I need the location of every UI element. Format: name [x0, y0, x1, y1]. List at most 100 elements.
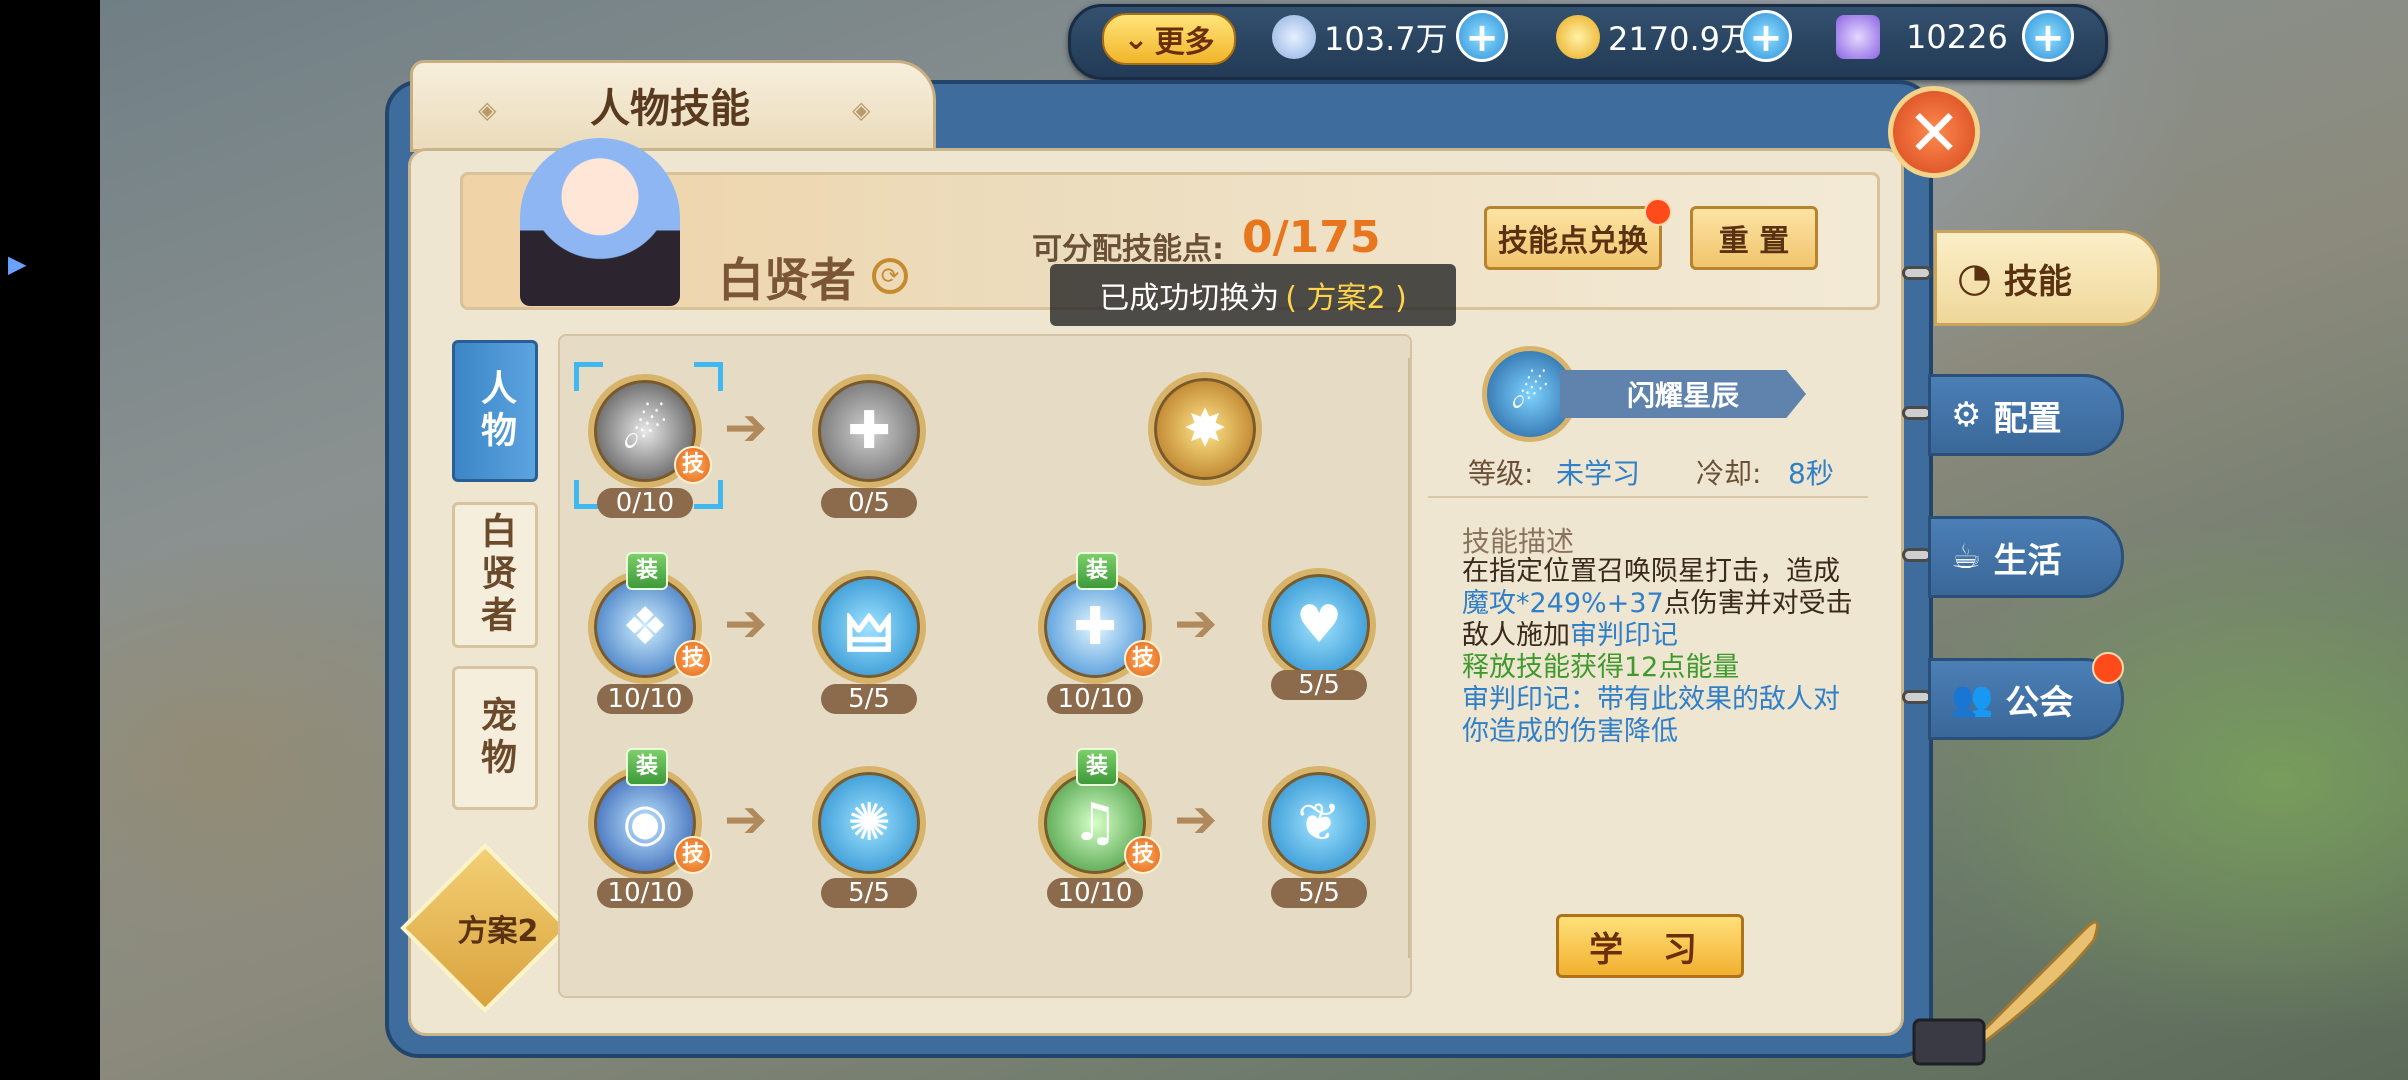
active-skill-tag: 技 — [674, 446, 712, 484]
desc-line: 敌人施加审判印记 — [1462, 620, 1862, 652]
active-skill-tag: 技 — [1124, 640, 1162, 678]
tab-pet[interactable]: 宠物 — [452, 666, 538, 810]
skill-points-value: 0/175 — [1242, 212, 1381, 263]
selection-corner — [694, 362, 723, 391]
skill-level-count: 5/5 — [1271, 878, 1367, 908]
side-arrow-icon: ▶ — [8, 250, 27, 278]
toast-message: 已成功切换为 ( 方案2 ) — [1050, 264, 1456, 326]
skill-upgrade-heal[interactable]: ✚ — [812, 374, 926, 488]
skill-golden-burst[interactable]: ✸ — [1148, 372, 1262, 486]
skill-level-count: 10/10 — [1047, 878, 1143, 908]
character-name: 白贤者 — [718, 253, 856, 307]
equipped-tag: 装 — [1076, 552, 1118, 590]
tab-config[interactable]: ⚙ 配置 — [1928, 374, 2124, 456]
gold-leaf-icon — [1556, 15, 1600, 59]
switch-class-icon[interactable]: ⟳ — [872, 258, 908, 294]
add-silver-button[interactable]: + — [1456, 10, 1508, 62]
burst-icon: ✺ — [847, 793, 891, 853]
arrow-right-icon: ➔ — [724, 790, 768, 850]
gear-icon: ⚙ — [1951, 395, 1982, 435]
skill-burst[interactable]: ✺ — [812, 766, 926, 880]
tab-class[interactable]: 白贤者 — [452, 502, 538, 648]
divider — [1408, 358, 1410, 958]
description-title: 技能描述 — [1462, 525, 1575, 558]
currency-value: 103.7万 — [1324, 20, 1448, 58]
upgrade-heal-icon: ✚ — [847, 401, 891, 461]
selection-corner — [694, 480, 723, 509]
detail-divider — [1428, 496, 1868, 498]
wings-icon: 🜲 — [845, 603, 893, 664]
arrow-right-icon: ➔ — [1174, 594, 1218, 654]
toast-text: 已成功切换为 — [1099, 281, 1280, 316]
page-title: 人物技能 — [590, 86, 750, 132]
currency-gold-leaf: 2170.9万 — [1556, 10, 1752, 64]
exchange-points-button[interactable]: 技能点兑换 — [1484, 206, 1662, 270]
character-avatar — [520, 138, 680, 306]
desc-text: 敌人施加 — [1462, 620, 1570, 651]
desc-formula: 魔攻*249%+37 — [1462, 588, 1664, 619]
crystal-gem-icon — [1836, 15, 1880, 59]
skill-heart-hands[interactable]: ♥ — [1262, 568, 1376, 682]
close-icon: ✕ — [1907, 97, 1961, 171]
more-label: 更多 — [1154, 25, 1215, 60]
cooldown-value: 8秒 — [1788, 457, 1834, 490]
currency-value: 10226 — [1906, 18, 2008, 56]
plan-label: 方案2 — [457, 914, 539, 949]
tab-skill[interactable]: ◔ 技能 — [1934, 230, 2160, 326]
skill-level-count: 0/10 — [597, 488, 693, 518]
arrow-right-icon: ➔ — [1174, 790, 1218, 850]
add-gem-button[interactable]: + — [2022, 10, 2074, 62]
teacup-icon: ☕ — [1951, 537, 1982, 577]
desc-keyword: 审判印记 — [1570, 620, 1678, 651]
feather-leaf-icon — [1272, 15, 1316, 59]
skill-description: 在指定位置召唤陨星打击，造成 魔攻*249%+37点伤害并对受击 敌人施加审判印… — [1462, 556, 1862, 748]
currency-silver-leaf: 103.7万 — [1272, 10, 1448, 64]
toast-highlight: ( 方案2 ) — [1285, 281, 1407, 316]
learn-button[interactable]: 学 习 — [1556, 914, 1744, 978]
tab-config-label: 配置 — [1993, 398, 2062, 439]
people-icon: 👥 — [1951, 679, 1994, 719]
equipped-tag: 装 — [626, 552, 668, 590]
skill-swirl-icon: ◔ — [1957, 255, 1992, 301]
title-ornament-left-icon: ◈ — [478, 96, 497, 124]
currency-gem: 10226 — [1836, 10, 2008, 64]
skill-level-count: 0/5 — [821, 488, 917, 518]
currency-value: 2170.9万 — [1608, 20, 1752, 58]
reset-button[interactable]: 重 置 — [1690, 206, 1818, 270]
tab-guild-label: 公会 — [2005, 682, 2074, 723]
selected-skill-name: 闪耀星辰 — [1560, 370, 1806, 418]
binder-ring — [1902, 266, 1932, 280]
title-ornament-right-icon: ◈ — [852, 96, 871, 124]
skill-level-count: 10/10 — [597, 878, 693, 908]
add-gold-button[interactable]: + — [1740, 10, 1792, 62]
skill-points-label: 可分配技能点: — [1032, 232, 1224, 267]
active-skill-tag: 技 — [1124, 836, 1162, 874]
skill-wings[interactable]: 🜲 — [812, 570, 926, 684]
level-value: 未学习 — [1556, 457, 1641, 490]
arrow-right-icon: ➔ — [724, 594, 768, 654]
cooldown-label: 冷却: — [1696, 457, 1762, 490]
left-black-strip — [0, 0, 100, 1080]
skill-level-count: 5/5 — [821, 684, 917, 714]
skill-level-count: 5/5 — [821, 878, 917, 908]
arrow-right-icon: ➔ — [724, 398, 768, 458]
skill-level-count: 10/10 — [597, 684, 693, 714]
tab-life-label: 生活 — [1993, 540, 2062, 581]
more-button[interactable]: ⌄ 更多 — [1102, 13, 1236, 65]
tab-character[interactable]: 人物 — [452, 340, 538, 482]
skill-feather-wing[interactable]: ❦ — [1262, 766, 1376, 880]
chevron-down-icon: ⌄ — [1123, 21, 1149, 57]
golden-burst-icon: ✸ — [1183, 399, 1227, 459]
tab-life[interactable]: ☕ 生活 — [1928, 516, 2124, 598]
desc-text: 点伤害并对受击 — [1663, 588, 1853, 619]
skill-level-count: 10/10 — [1047, 684, 1143, 714]
desc-line: 在指定位置召唤陨星打击，造成 — [1462, 556, 1840, 587]
active-skill-tag: 技 — [674, 836, 712, 874]
desc-line: 魔攻*249%+37点伤害并对受击 — [1462, 588, 1862, 620]
close-button[interactable]: ✕ — [1888, 86, 1980, 178]
equipped-tag: 装 — [626, 748, 668, 786]
equipped-tag: 装 — [1076, 748, 1118, 786]
notification-dot — [1644, 198, 1672, 226]
tab-skill-label: 技能 — [2003, 261, 2072, 302]
active-skill-tag: 技 — [674, 640, 712, 678]
